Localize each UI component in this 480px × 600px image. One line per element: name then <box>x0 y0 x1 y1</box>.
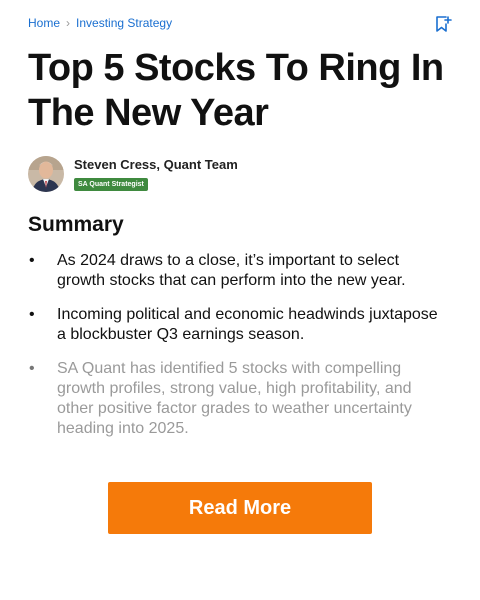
bullet-icon: • <box>29 360 35 377</box>
top-bar: Home › Investing Strategy <box>28 13 452 33</box>
breadcrumb-section-link[interactable]: Investing Strategy <box>76 16 172 30</box>
breadcrumb-home-link[interactable]: Home <box>28 16 60 30</box>
summary-item: • SA Quant has identified 5 stocks with … <box>28 359 448 439</box>
author-block[interactable]: Steven Cress, Quant Team SA Quant Strate… <box>28 155 238 193</box>
article-title: Top 5 Stocks To Ring In The New Year <box>28 47 444 134</box>
bullet-icon: • <box>29 252 35 269</box>
summary-item-text: Incoming political and economic headwind… <box>57 306 438 343</box>
author-role-badge: SA Quant Strategist <box>74 178 148 191</box>
summary-list: • As 2024 draws to a close, it’s importa… <box>28 251 448 453</box>
breadcrumb-separator: › <box>66 16 71 30</box>
summary-item-text: SA Quant has identified 5 stocks with co… <box>57 360 412 437</box>
summary-heading: Summary <box>28 213 124 236</box>
bullet-icon: • <box>29 306 35 323</box>
read-more-button[interactable]: Read More <box>108 482 372 534</box>
summary-item: • Incoming political and economic headwi… <box>28 305 448 345</box>
author-avatar[interactable] <box>28 156 64 192</box>
summary-item: • As 2024 draws to a close, it’s importa… <box>28 251 448 291</box>
bookmark-add-icon[interactable] <box>434 15 452 33</box>
author-name-link[interactable]: Steven Cress, Quant Team <box>74 157 238 173</box>
summary-item-text: As 2024 draws to a close, it’s important… <box>57 252 406 289</box>
